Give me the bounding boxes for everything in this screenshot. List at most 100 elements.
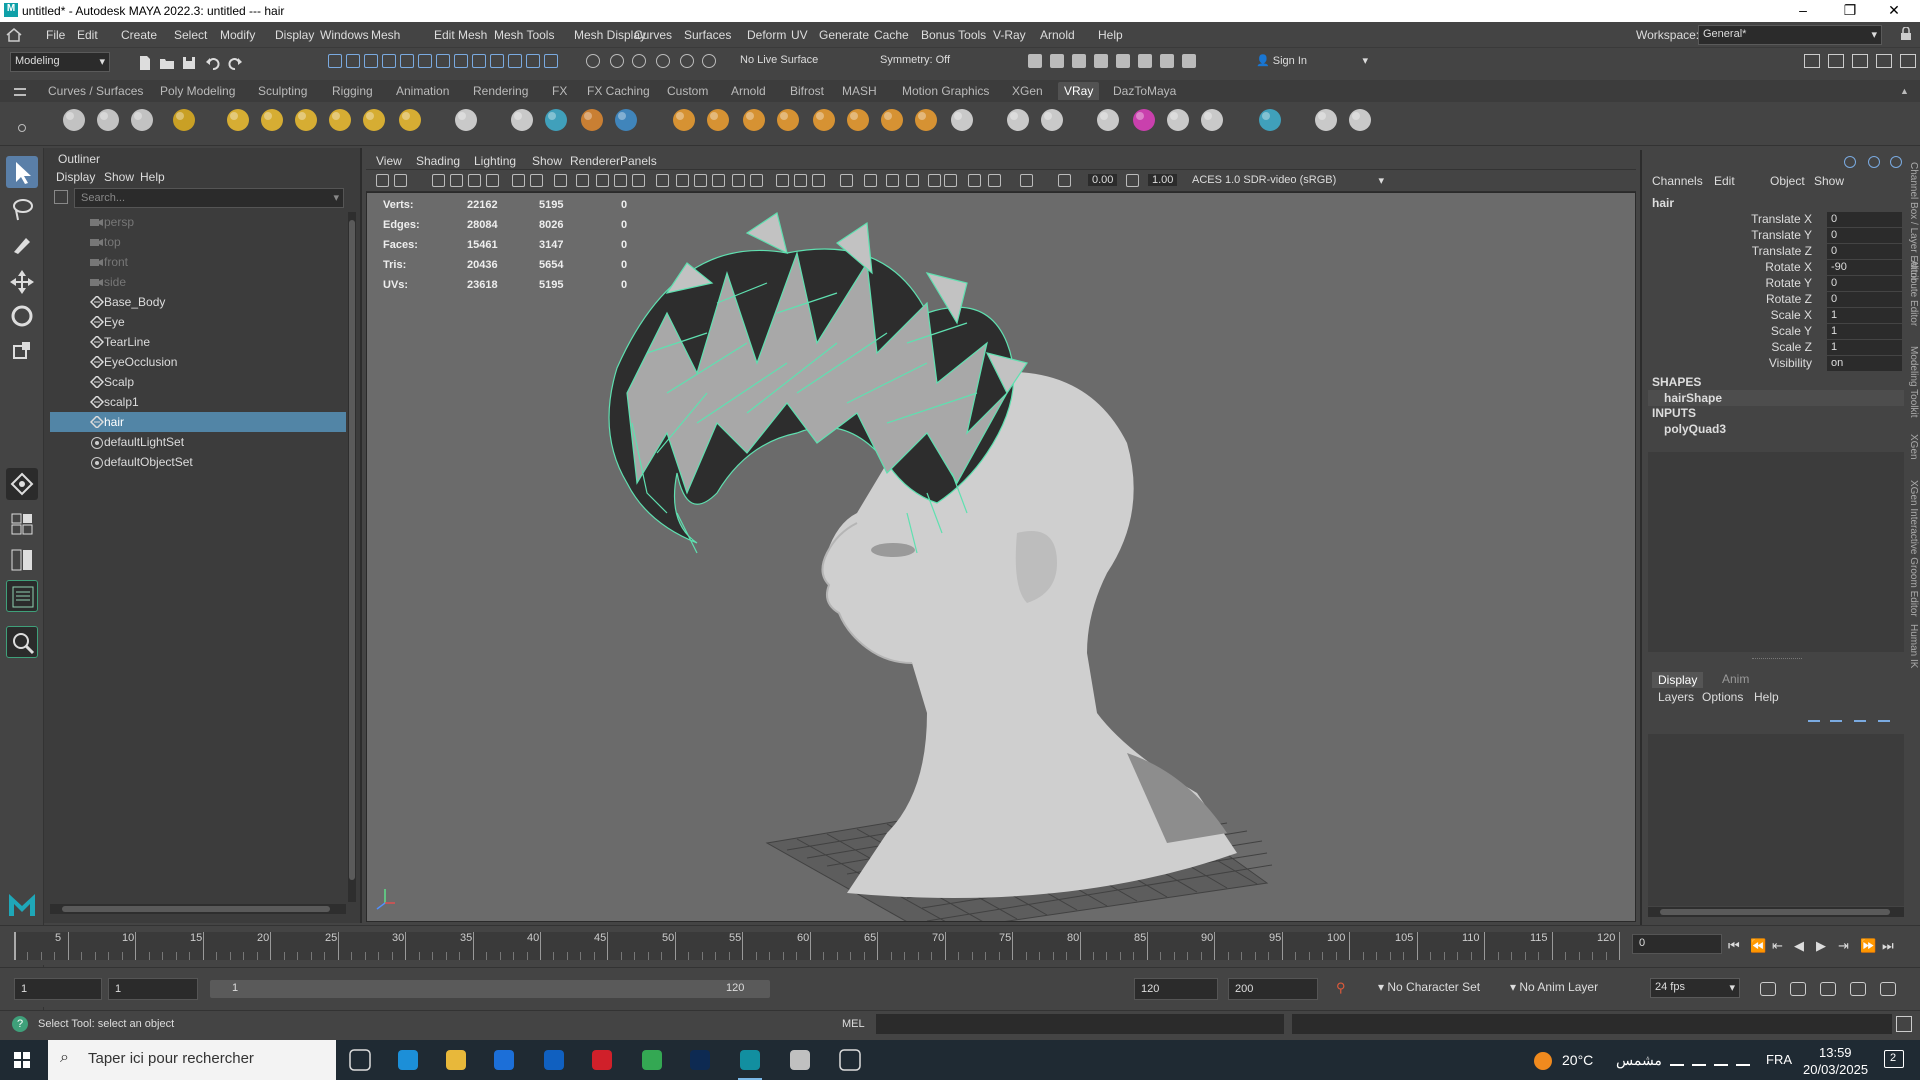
selection-mask-icon[interactable] xyxy=(364,54,378,68)
viewport-tool-icon[interactable] xyxy=(776,174,789,187)
outliner-item-eye[interactable]: Eye xyxy=(50,312,346,332)
viewport-tool-icon[interactable] xyxy=(486,174,499,187)
viewport-tool-icon[interactable] xyxy=(394,174,407,187)
channelbox-option-icon[interactable] xyxy=(1844,156,1856,168)
panel-splitter[interactable] xyxy=(1752,658,1802,661)
time-ruler[interactable]: 5 10 15 20 25 30 35 40 45 50 55 60 65 70 75 80 85 90 95 100… xyxy=(14,932,1620,960)
menu-v-ray[interactable]: V-Ray xyxy=(993,28,1026,42)
vray-decal-icon[interactable] xyxy=(668,104,700,136)
selection-mask-icon[interactable] xyxy=(526,54,540,68)
viewport-menu-panels[interactable]: Panels xyxy=(620,154,657,168)
menuset-dropdown[interactable]: Modeling ▾ xyxy=(10,52,110,72)
viewport-tool-icon[interactable] xyxy=(712,174,725,187)
outliner-menu-show[interactable]: Show xyxy=(104,170,134,184)
close-button[interactable]: ✕ xyxy=(1884,2,1904,20)
layer-tab-anim[interactable]: Anim xyxy=(1722,672,1749,686)
scrollbar-thumb[interactable] xyxy=(1660,909,1890,915)
weather-temp[interactable]: 20°C xyxy=(1562,1052,1593,1068)
shelf-tab-fx-caching[interactable]: FX Caching xyxy=(587,84,650,98)
outlook-icon[interactable] xyxy=(538,1044,570,1076)
vray-link-icon[interactable] xyxy=(1092,104,1124,136)
shelf-menu-icon[interactable] xyxy=(14,88,26,96)
select-tool-icon[interactable] xyxy=(6,156,38,188)
render-icon[interactable] xyxy=(1116,54,1130,68)
outliner-vertical-scrollbar[interactable] xyxy=(348,212,356,902)
side-tab-attribute-editor[interactable]: Attribute Editor xyxy=(1908,260,1919,326)
viewport-tool-icon[interactable] xyxy=(906,174,919,187)
panel-toggle-icon[interactable] xyxy=(1804,54,1820,68)
attr-value-rotate-z[interactable]: 0 xyxy=(1827,292,1902,307)
help-icon[interactable]: ? xyxy=(12,1016,28,1032)
viewport-tool-icon[interactable] xyxy=(614,174,627,187)
menu-arnold[interactable]: Arnold xyxy=(1040,28,1075,42)
layout-four-view-icon[interactable] xyxy=(6,508,38,540)
outliner-item-defaultlightset[interactable]: defaultLightSet xyxy=(50,432,346,452)
attr-name-scale-y[interactable]: Scale Y xyxy=(1771,324,1812,338)
save-scene-icon[interactable] xyxy=(180,54,198,72)
viewport-tool-icon[interactable] xyxy=(656,174,669,187)
lock-icon[interactable] xyxy=(1900,27,1912,41)
outliner-item-defaultobjectset[interactable]: defaultObjectSet xyxy=(50,452,346,472)
menu-edit-mesh[interactable]: Edit Mesh xyxy=(434,28,487,42)
outliner-horizontal-scrollbar[interactable] xyxy=(50,904,346,914)
menu-uv[interactable]: UV xyxy=(791,28,808,42)
snap-icon[interactable] xyxy=(632,54,646,68)
snap-icon[interactable] xyxy=(656,54,670,68)
photos-icon[interactable] xyxy=(784,1044,816,1076)
weather-icon[interactable] xyxy=(1534,1052,1552,1070)
shelf-tab-mash[interactable]: MASH xyxy=(842,84,877,98)
symmetry-dropdown[interactable]: Symmetry: Off xyxy=(876,52,980,72)
undo-icon[interactable] xyxy=(204,54,222,72)
channelbox-menu-object[interactable]: Object xyxy=(1770,174,1805,188)
vray-cloud-icon[interactable] xyxy=(1036,104,1068,136)
edge-icon[interactable] xyxy=(392,1044,424,1076)
menu-mesh-tools[interactable]: Mesh Tools xyxy=(494,28,554,42)
character-set-dropdown[interactable]: ▾ No Character Set xyxy=(1378,980,1508,994)
viewport-tool-icon[interactable] xyxy=(864,174,877,187)
viewport-tool-icon[interactable] xyxy=(694,174,707,187)
shelf-tab-rigging[interactable]: Rigging xyxy=(332,84,373,98)
viewport-menu-renderer[interactable]: Renderer xyxy=(570,154,620,168)
vray-render-icon[interactable] xyxy=(58,104,90,136)
vray-proxy-icon[interactable] xyxy=(506,104,538,136)
viewport-menu-show[interactable]: Show xyxy=(532,154,562,168)
vray-sphere-light-icon[interactable] xyxy=(256,104,288,136)
attr-value-scale-z[interactable]: 1 xyxy=(1827,340,1902,355)
store-icon[interactable] xyxy=(488,1044,520,1076)
animation-start-field[interactable]: 1 xyxy=(14,978,102,1000)
channelbox-menu-edit[interactable]: Edit xyxy=(1714,174,1735,188)
menu-display[interactable]: Display xyxy=(275,28,314,42)
home-icon[interactable] xyxy=(6,28,22,42)
attr-name-visibility[interactable]: Visibility xyxy=(1769,356,1812,370)
outliner-item-eyeocclusion[interactable]: EyeOcclusion xyxy=(50,352,346,372)
attr-value-translate-x[interactable]: 0 xyxy=(1827,212,1902,227)
weather-text[interactable]: مشمس xyxy=(1616,1052,1662,1069)
panel-toggle-icon[interactable] xyxy=(1852,54,1868,68)
layer-horizontal-scrollbar[interactable] xyxy=(1648,907,1904,917)
step-back-icon[interactable]: ⇤ xyxy=(1772,938,1783,954)
menu-modify[interactable]: Modify xyxy=(220,28,255,42)
layer-option-icon[interactable] xyxy=(1854,712,1866,722)
viewport-tool-icon[interactable] xyxy=(732,174,745,187)
attr-value-translate-z[interactable]: 0 xyxy=(1827,244,1902,259)
vray-color-icon[interactable] xyxy=(1128,104,1160,136)
snap-icon[interactable] xyxy=(586,54,600,68)
playback-start-field[interactable]: 1 xyxy=(108,978,198,1000)
vray-fog-icon[interactable] xyxy=(842,104,874,136)
shelf-tab-arnold[interactable]: Arnold xyxy=(731,84,766,98)
menu-curves[interactable]: Curves xyxy=(634,28,672,42)
selection-mask-icon[interactable] xyxy=(328,54,342,68)
layer-option-icon[interactable] xyxy=(1808,712,1820,722)
play-forward-icon[interactable]: ▶ xyxy=(1816,938,1826,954)
viewport-tool-icon[interactable] xyxy=(1020,174,1033,187)
viewport-tool-icon[interactable] xyxy=(468,174,481,187)
side-tab-xgen[interactable]: XGen xyxy=(1908,434,1919,460)
viewport-tool-icon[interactable] xyxy=(988,174,1001,187)
gamma-value[interactable]: 1.00 xyxy=(1148,174,1178,186)
side-tab-modeling-toolkit[interactable]: Modeling Toolkit xyxy=(1908,346,1919,418)
viewport-tool-icon[interactable] xyxy=(886,174,899,187)
attr-name-translate-y[interactable]: Translate Y xyxy=(1751,228,1812,242)
outliner-item-persp[interactable]: persp xyxy=(50,212,346,232)
channelbox-menu-show[interactable]: Show xyxy=(1814,174,1844,188)
colorspace-dropdown[interactable]: ACES 1.0 SDR-video (sRGB) ▾ xyxy=(1188,172,1388,190)
